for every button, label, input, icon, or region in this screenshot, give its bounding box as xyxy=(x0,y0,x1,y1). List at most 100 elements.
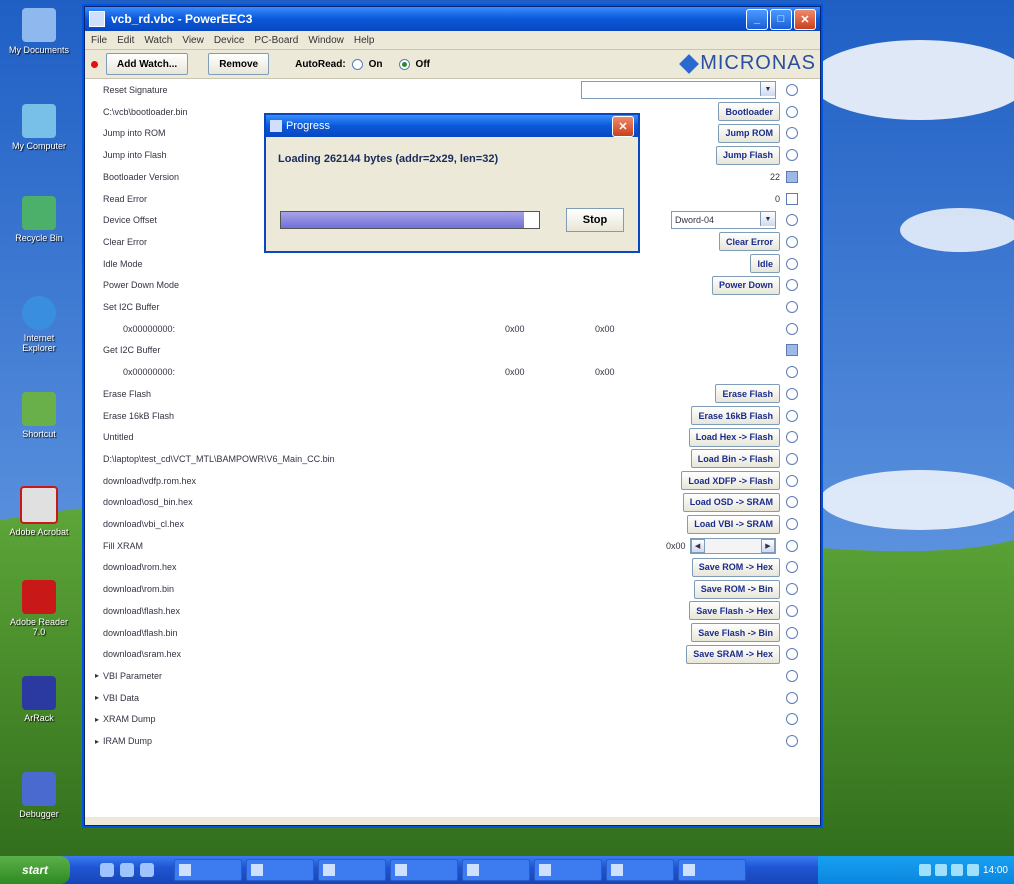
action-button[interactable]: Jump Flash xyxy=(715,145,780,165)
action-button[interactable]: Erase 16kB Flash xyxy=(691,406,780,425)
action-button[interactable]: Idle xyxy=(750,254,780,274)
dialog-close-button[interactable]: ✕ xyxy=(612,115,634,137)
action-button[interactable]: Power Down xyxy=(711,275,780,295)
desktop-icon-internet-explorer[interactable]: Internet Explorer xyxy=(8,296,70,353)
refresh-icon[interactable] xyxy=(786,84,798,96)
scrollbar[interactable]: ◀ ▶ xyxy=(689,537,776,554)
menu-edit[interactable]: Edit xyxy=(117,35,134,46)
tree-row[interactable]: ▸ VBI Parameter xyxy=(85,665,820,687)
minimize-button[interactable]: _ xyxy=(746,8,768,30)
buffer-value[interactable]: 0x00 xyxy=(505,324,525,334)
action-button[interactable]: Bootloader xyxy=(718,102,780,122)
menu-pc-board[interactable]: PC-Board xyxy=(254,35,298,46)
refresh-icon[interactable] xyxy=(786,713,798,726)
menu-help[interactable]: Help xyxy=(354,35,375,46)
action-button[interactable]: Load VBI -> SRAM xyxy=(687,514,780,534)
menu-device[interactable]: Device xyxy=(214,35,245,46)
refresh-icon[interactable] xyxy=(786,496,798,509)
desktop-icon-my-computer[interactable]: My Computer xyxy=(8,104,70,151)
action-button[interactable]: Load Hex -> Flash xyxy=(688,427,780,447)
dropdown[interactable]: Dword-04 ▼ xyxy=(671,211,776,230)
desktop-icon-adobe-reader[interactable]: Adobe Reader 7.0 xyxy=(8,580,70,637)
tray-icon[interactable] xyxy=(950,864,963,876)
watch-checkbox[interactable] xyxy=(786,344,798,357)
refresh-icon[interactable] xyxy=(786,604,798,617)
refresh-icon[interactable] xyxy=(786,279,798,292)
refresh-icon[interactable] xyxy=(786,648,798,661)
action-button[interactable]: Load Bin -> Flash xyxy=(690,449,780,469)
refresh-icon[interactable] xyxy=(786,539,798,552)
tree-row[interactable]: ▸ XRAM Dump xyxy=(85,708,820,730)
refresh-icon[interactable] xyxy=(786,452,798,465)
buffer-value[interactable]: 0x00 xyxy=(505,367,525,377)
window-titlebar[interactable]: vcb_rd.vbc - PowerEEC3 _ □ ✕ xyxy=(85,7,820,31)
buffer-value[interactable]: 0x00 xyxy=(595,367,615,377)
taskbar-button[interactable] xyxy=(462,859,530,881)
refresh-icon[interactable] xyxy=(786,257,798,270)
refresh-icon[interactable] xyxy=(786,735,798,747)
desktop-icon-adobe-acrobat[interactable]: Adobe Acrobat xyxy=(8,486,70,537)
tray-icon[interactable] xyxy=(934,864,947,876)
desktop-icon-shortcut[interactable]: Shortcut xyxy=(8,392,70,439)
scroll-left-icon[interactable]: ◀ xyxy=(690,538,705,553)
start-button[interactable]: start xyxy=(0,856,70,884)
action-button[interactable]: Save ROM -> Hex xyxy=(691,557,780,577)
refresh-icon[interactable] xyxy=(786,387,798,400)
menu-file[interactable]: File xyxy=(91,35,107,46)
refresh-icon[interactable] xyxy=(786,214,798,227)
refresh-icon[interactable] xyxy=(786,127,798,140)
expand-icon[interactable]: ▸ xyxy=(95,671,99,680)
refresh-icon[interactable] xyxy=(786,431,798,444)
buffer-value[interactable]: 0x00 xyxy=(595,324,615,334)
taskbar-button[interactable] xyxy=(606,859,674,881)
expand-icon[interactable]: ▸ xyxy=(95,737,99,746)
action-button[interactable]: Load XDFP -> Flash xyxy=(681,471,780,491)
refresh-icon[interactable] xyxy=(786,691,798,704)
expand-icon[interactable]: ▸ xyxy=(95,715,99,724)
desktop-icon-debugger[interactable]: Debugger xyxy=(8,772,70,819)
action-button[interactable]: Save Flash -> Hex xyxy=(689,601,780,621)
close-button[interactable]: ✕ xyxy=(794,8,816,30)
refresh-icon[interactable] xyxy=(786,583,798,596)
action-button[interactable]: Load OSD -> SRAM xyxy=(682,492,780,512)
refresh-icon[interactable] xyxy=(786,409,798,422)
tree-row[interactable]: ▸ IRAM Dump xyxy=(85,730,820,752)
taskbar-button[interactable] xyxy=(390,859,458,881)
refresh-icon[interactable] xyxy=(786,669,798,682)
fill-value-scroller[interactable]: 0x00 ◀ ▶ xyxy=(666,537,776,554)
menu-window[interactable]: Window xyxy=(308,35,344,46)
quick-launch-icon[interactable] xyxy=(100,863,114,877)
scroll-right-icon[interactable]: ▶ xyxy=(761,538,775,553)
tray-icon[interactable] xyxy=(918,864,931,876)
refresh-icon[interactable] xyxy=(786,366,798,379)
desktop-icon-arrack[interactable]: ArRack xyxy=(8,676,70,723)
tree-row[interactable]: ▸ VBI Data xyxy=(85,687,820,709)
refresh-icon[interactable] xyxy=(786,301,798,313)
remove-button[interactable]: Remove xyxy=(208,53,270,75)
action-button[interactable]: Save ROM -> Bin xyxy=(693,579,780,599)
menu-view[interactable]: View xyxy=(182,35,204,46)
action-button[interactable]: Save Flash -> Bin xyxy=(691,623,780,642)
taskbar-button[interactable] xyxy=(246,859,314,881)
action-button[interactable]: Jump ROM xyxy=(718,123,780,143)
watch-checkbox[interactable] xyxy=(786,170,798,183)
tray-icon[interactable] xyxy=(966,864,979,876)
refresh-icon[interactable] xyxy=(786,626,798,639)
watch-checkbox[interactable] xyxy=(786,192,798,205)
refresh-icon[interactable] xyxy=(786,105,798,118)
chevron-down-icon[interactable]: ▼ xyxy=(760,212,775,227)
taskbar-button[interactable] xyxy=(174,859,242,881)
action-button[interactable]: Save SRAM -> Hex xyxy=(686,644,780,664)
refresh-icon[interactable] xyxy=(786,561,798,574)
stop-button[interactable]: Stop xyxy=(566,208,624,232)
taskbar-button[interactable] xyxy=(678,859,746,881)
refresh-icon[interactable] xyxy=(786,474,798,487)
chevron-down-icon[interactable]: ▼ xyxy=(760,82,775,96)
taskbar-button[interactable] xyxy=(318,859,386,881)
quick-launch-icon[interactable] xyxy=(140,863,154,877)
refresh-icon[interactable] xyxy=(786,235,798,248)
autoread-off-radio[interactable] xyxy=(398,58,410,70)
refresh-icon[interactable] xyxy=(786,149,798,162)
maximize-button[interactable]: □ xyxy=(770,8,792,30)
action-button[interactable]: Clear Error xyxy=(718,232,780,252)
